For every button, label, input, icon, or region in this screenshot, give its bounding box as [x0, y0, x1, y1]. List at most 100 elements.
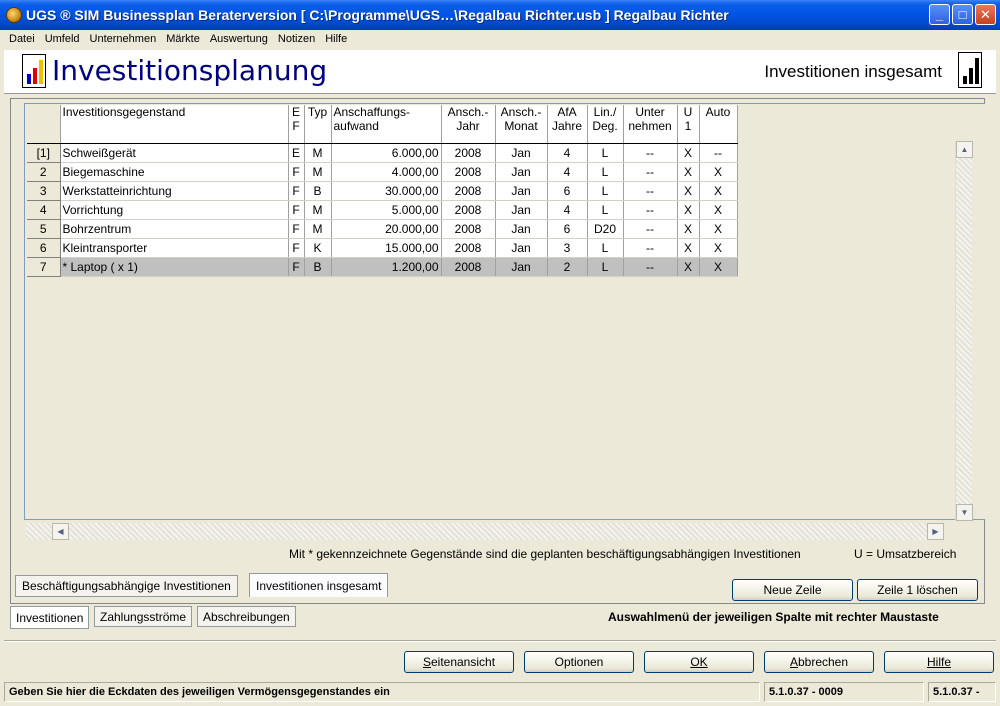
cell-afa[interactable]: 2: [547, 257, 588, 277]
cell-aufwand[interactable]: 4.000,00: [331, 162, 442, 182]
cell-num[interactable]: 6: [27, 238, 61, 258]
cell-monat[interactable]: Jan: [495, 181, 548, 201]
table-row[interactable]: 7 * Laptop ( x 1) F B 1.200,00 2008 Jan 2 L -- X X: [27, 257, 738, 277]
cell-ef[interactable]: F: [288, 162, 305, 182]
cell-afa[interactable]: 6: [547, 181, 588, 201]
ok-button[interactable]: OK: [644, 651, 754, 673]
cell-typ[interactable]: M: [304, 200, 332, 220]
cell-afa[interactable]: 3: [547, 238, 588, 258]
cell-monat[interactable]: Jan: [495, 162, 548, 182]
horizontal-scrollbar[interactable]: ◀ ▶: [26, 523, 944, 540]
cell-auto[interactable]: X: [699, 181, 738, 201]
table-row[interactable]: 6 Kleintransporter F K 15.000,00 2008 Jan 3 L -- X…: [27, 238, 738, 258]
cell-typ[interactable]: M: [304, 219, 332, 239]
table-row[interactable]: 5 Bohrzentrum F M 20.000,00 2008 Jan 6 D20 -- X X: [27, 219, 738, 239]
cell-u1[interactable]: X: [677, 219, 700, 239]
options-button[interactable]: Optionen: [524, 651, 634, 673]
scroll-down-icon[interactable]: ▼: [956, 504, 973, 521]
menu-maerkte[interactable]: Märkte: [161, 33, 205, 45]
menu-unternehmen[interactable]: Unternehmen: [85, 33, 162, 45]
cell-typ[interactable]: M: [304, 143, 332, 163]
col-header-unter[interactable]: Unter nehmen: [623, 105, 678, 144]
cell-unter[interactable]: --: [623, 143, 678, 163]
cell-num[interactable]: 2: [27, 162, 61, 182]
cell-name[interactable]: Kleintransporter: [60, 238, 289, 258]
cell-num[interactable]: 4: [27, 200, 61, 220]
col-header-typ[interactable]: Typ: [304, 105, 332, 144]
cell-auto[interactable]: --: [699, 143, 738, 163]
cell-unter[interactable]: --: [623, 162, 678, 182]
cell-num[interactable]: 7: [27, 257, 61, 277]
page-view-button[interactable]: Seitenansicht: [404, 651, 514, 673]
cell-typ[interactable]: K: [304, 238, 332, 258]
cell-lin[interactable]: D20: [587, 219, 624, 239]
tab-beschaeftigungsabhaengige[interactable]: Beschäftigungsabhängige Investitionen: [15, 575, 238, 597]
cell-monat[interactable]: Jan: [495, 257, 548, 277]
cell-aufwand[interactable]: 5.000,00: [331, 200, 442, 220]
cancel-button[interactable]: Abbrechen: [764, 651, 874, 673]
cell-u1[interactable]: X: [677, 162, 700, 182]
menu-datei[interactable]: Datei: [4, 33, 40, 45]
col-header-jahr[interactable]: Ansch.- Jahr: [441, 105, 496, 144]
menu-umfeld[interactable]: Umfeld: [40, 33, 85, 45]
cell-name[interactable]: Werkstatteinrichtung: [60, 181, 289, 201]
menu-notizen[interactable]: Notizen: [273, 33, 320, 45]
cell-auto[interactable]: X: [699, 200, 738, 220]
delete-row-button[interactable]: Zeile 1 löschen: [857, 579, 978, 601]
cell-jahr[interactable]: 2008: [441, 257, 496, 277]
close-button[interactable]: ✕: [975, 4, 996, 25]
cell-lin[interactable]: L: [587, 238, 624, 258]
investment-grid[interactable]: Investitionsgegenstand EF Typ Anschaffun…: [24, 103, 985, 520]
col-header-afa[interactable]: AfA Jahre: [547, 105, 588, 144]
tab-abschreibungen[interactable]: Abschreibungen: [197, 606, 296, 627]
cell-auto[interactable]: X: [699, 257, 738, 277]
cell-jahr[interactable]: 2008: [441, 238, 496, 258]
table-row[interactable]: [1] Schweißgerät E M 6.000,00 2008 Jan 4 L -- X --: [27, 143, 738, 163]
col-header-ef[interactable]: EF: [288, 105, 305, 144]
table-row[interactable]: 4 Vorrichtung F M 5.000,00 2008 Jan 4 L -- X X: [27, 200, 738, 220]
cell-jahr[interactable]: 2008: [441, 162, 496, 182]
cell-lin[interactable]: L: [587, 162, 624, 182]
cell-auto[interactable]: X: [699, 162, 738, 182]
cell-typ[interactable]: B: [304, 257, 332, 277]
cell-lin[interactable]: L: [587, 181, 624, 201]
cell-jahr[interactable]: 2008: [441, 219, 496, 239]
cell-u1[interactable]: X: [677, 257, 700, 277]
menu-hilfe[interactable]: Hilfe: [320, 33, 352, 45]
cell-afa[interactable]: 4: [547, 162, 588, 182]
cell-ef[interactable]: F: [288, 238, 305, 258]
col-header-lin[interactable]: Lin./Deg.: [587, 105, 624, 144]
cell-jahr[interactable]: 2008: [441, 181, 496, 201]
cell-typ[interactable]: M: [304, 162, 332, 182]
cell-afa[interactable]: 4: [547, 143, 588, 163]
cell-ef[interactable]: F: [288, 219, 305, 239]
col-header-u1[interactable]: U1: [677, 105, 700, 144]
help-button[interactable]: Hilfe: [884, 651, 994, 673]
cell-unter[interactable]: --: [623, 181, 678, 201]
cell-u1[interactable]: X: [677, 238, 700, 258]
cell-afa[interactable]: 4: [547, 200, 588, 220]
cell-name[interactable]: Schweißgerät: [60, 143, 289, 163]
cell-num[interactable]: [1]: [27, 143, 61, 163]
cell-lin[interactable]: L: [587, 257, 624, 277]
col-header-auto[interactable]: Auto: [699, 105, 738, 144]
cell-name[interactable]: * Laptop ( x 1): [60, 257, 289, 277]
cell-aufwand[interactable]: 6.000,00: [331, 143, 442, 163]
cell-aufwand[interactable]: 15.000,00: [331, 238, 442, 258]
cell-typ[interactable]: B: [304, 181, 332, 201]
cell-ef[interactable]: F: [288, 257, 305, 277]
cell-name[interactable]: Vorrichtung: [60, 200, 289, 220]
table-row[interactable]: 3 Werkstatteinrichtung F B 30.000,00 2008 Jan 6…: [27, 181, 738, 201]
cell-monat[interactable]: Jan: [495, 143, 548, 163]
col-header-name[interactable]: Investitionsgegenstand: [60, 105, 289, 144]
col-header-monat[interactable]: Ansch.- Monat: [495, 105, 548, 144]
col-header-aufwand[interactable]: Anschaffungs-aufwand: [331, 105, 442, 144]
table-row[interactable]: 2 Biegemaschine F M 4.000,00 2008 Jan 4 L -- X X: [27, 162, 738, 182]
cell-ef[interactable]: F: [288, 200, 305, 220]
cell-auto[interactable]: X: [699, 238, 738, 258]
cell-u1[interactable]: X: [677, 200, 700, 220]
cell-lin[interactable]: L: [587, 200, 624, 220]
cell-u1[interactable]: X: [677, 181, 700, 201]
cell-jahr[interactable]: 2008: [441, 143, 496, 163]
cell-ef[interactable]: F: [288, 181, 305, 201]
